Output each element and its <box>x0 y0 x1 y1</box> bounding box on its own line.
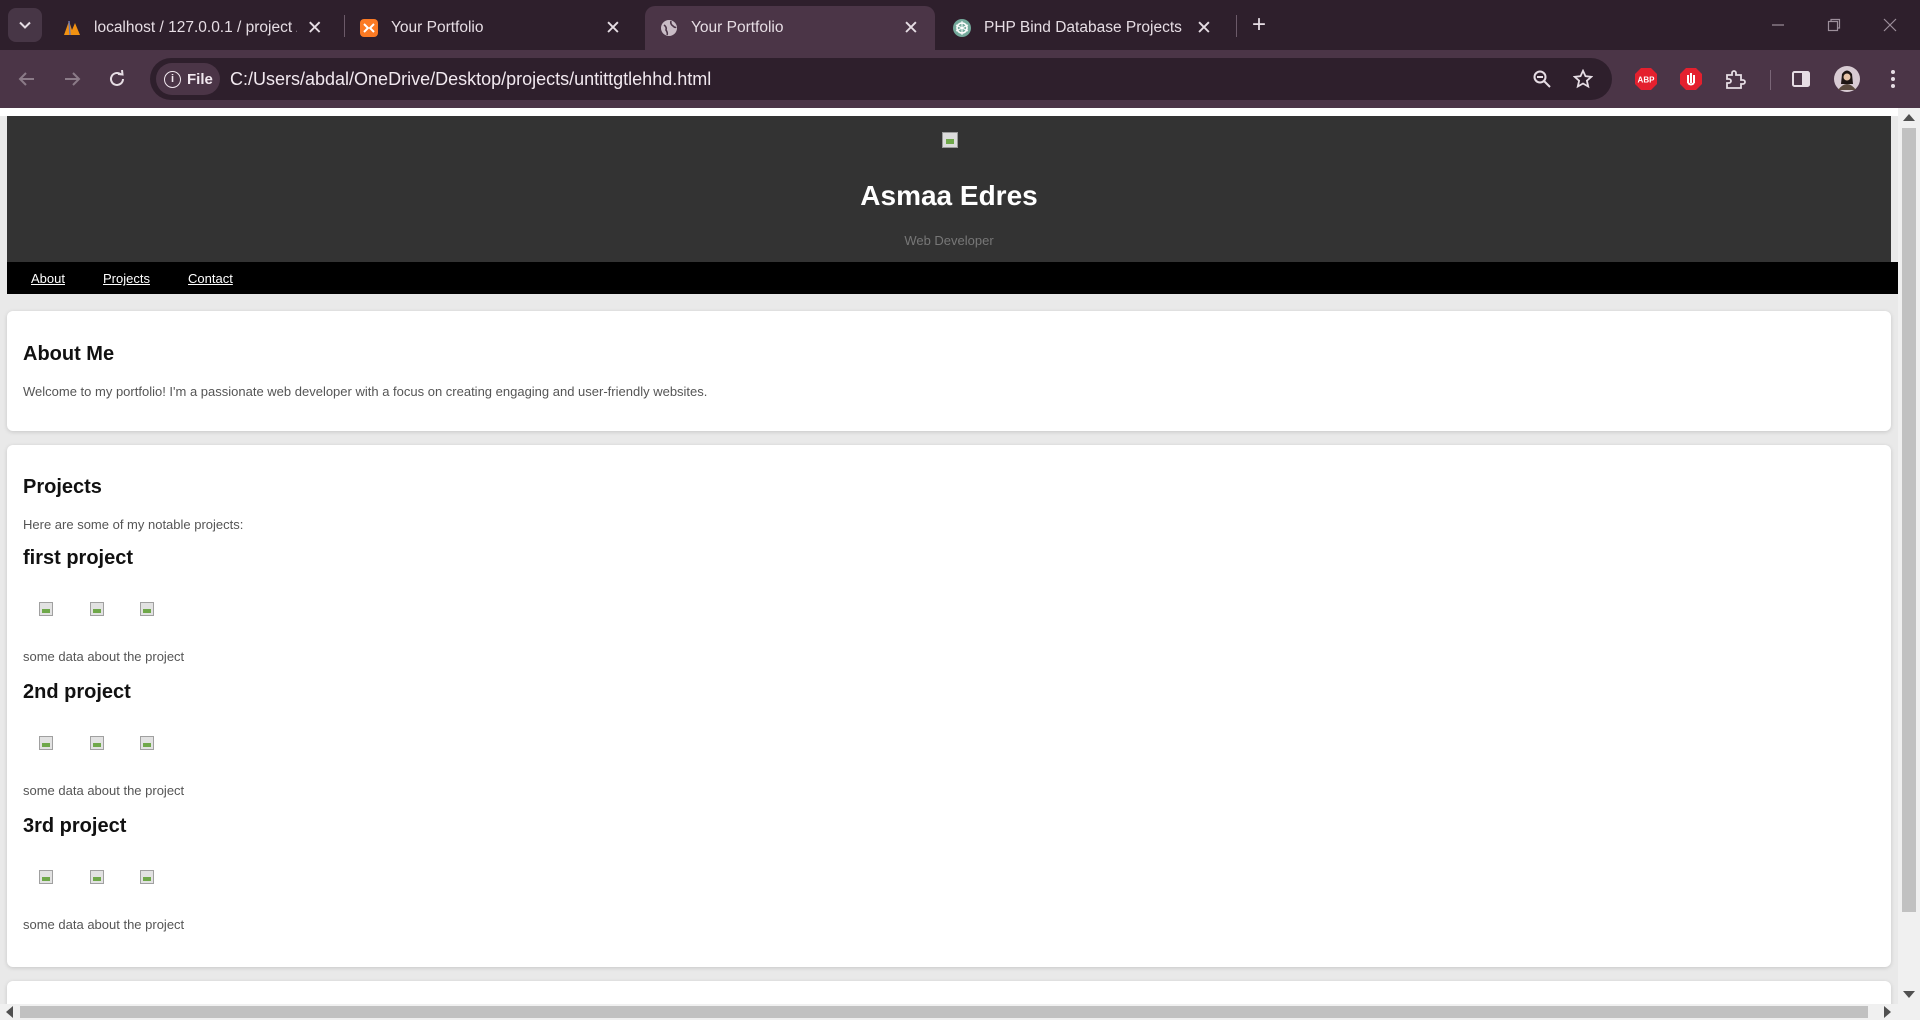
broken-image-icon <box>90 870 104 884</box>
scroll-left-arrow-icon[interactable] <box>6 1006 13 1018</box>
scrollbar-thumb[interactable] <box>20 1006 1868 1018</box>
broken-image-icon <box>90 602 104 616</box>
site-nav: About Projects Contact <box>7 262 1900 294</box>
tab-strip: localhost / 127.0.0.1 / project / p ✕ Yo… <box>0 0 1920 50</box>
browser-toolbar: i File C:/Users/abdal/OneDrive/Desktop/p… <box>0 50 1920 108</box>
restore-icon <box>1827 18 1841 32</box>
close-icon[interactable]: ✕ <box>1194 18 1214 39</box>
tab-portfolio-1[interactable]: Your Portfolio ✕ <box>345 6 637 50</box>
tab-title: localhost / 127.0.0.1 / project / p <box>94 19 298 36</box>
site-header: Asmaa Edres Web Developer <box>7 116 1891 262</box>
chatgpt-icon <box>952 18 972 38</box>
tab-php-bind[interactable]: PHP Bind Database Projects ✕ <box>938 6 1228 50</box>
side-panel-icon[interactable] <box>1786 64 1816 94</box>
star-icon[interactable] <box>1571 67 1595 91</box>
close-icon[interactable]: ✕ <box>603 18 623 39</box>
arrow-left-icon <box>18 72 34 86</box>
vertical-scrollbar[interactable] <box>1898 108 1920 1004</box>
restore-button[interactable] <box>1806 0 1862 50</box>
nav-link-projects[interactable]: Projects <box>103 271 150 286</box>
project-description: some data about the project <box>23 917 185 932</box>
tab-divider <box>1236 15 1237 37</box>
window-close-button[interactable] <box>1862 0 1918 50</box>
forward-button[interactable] <box>55 62 89 96</box>
tab-title: Your Portfolio <box>691 19 784 36</box>
broken-image-icon <box>39 602 53 616</box>
back-button[interactable] <box>10 62 44 96</box>
page-viewport: Asmaa Edres Web Developer About Projects… <box>0 108 1920 1020</box>
project-title: 2nd project <box>23 681 131 703</box>
project-title: 3rd project <box>23 815 127 837</box>
tab-title: Your Portfolio <box>391 19 484 36</box>
minimize-button[interactable] <box>1750 0 1806 50</box>
broken-image-icon <box>140 602 154 616</box>
puzzle-icon[interactable] <box>1720 64 1750 94</box>
broken-image-icon <box>39 736 53 750</box>
site-role: Web Developer <box>904 233 994 248</box>
scroll-up-arrow-icon[interactable] <box>1903 114 1915 121</box>
phpmyadmin-icon <box>62 18 82 38</box>
about-section: About Me Welcome to my portfolio! I'm a … <box>7 311 1891 431</box>
scroll-down-arrow-icon[interactable] <box>1903 991 1915 998</box>
minimize-icon <box>1772 24 1784 26</box>
globe-icon <box>659 18 679 38</box>
about-heading: About Me <box>23 343 115 365</box>
project-description: some data about the project <box>23 649 185 664</box>
address-bar[interactable]: i File C:/Users/abdal/OneDrive/Desktop/p… <box>150 58 1612 100</box>
scrollbar-thumb[interactable] <box>1902 128 1916 912</box>
close-icon[interactable]: ✕ <box>305 18 324 39</box>
horizontal-scrollbar[interactable] <box>0 1004 1920 1020</box>
stop-hand-icon[interactable] <box>1676 64 1706 94</box>
project-title: first project <box>23 547 134 569</box>
broken-image-icon <box>39 870 53 884</box>
zoom-icon[interactable] <box>1530 67 1554 91</box>
site-info-chip[interactable]: i File <box>156 63 220 95</box>
projects-section: Projects Here are some of my notable pro… <box>7 445 1891 967</box>
arrow-right-icon <box>65 72 81 86</box>
tab-portfolio-active[interactable]: Your Portfolio ✕ <box>645 6 935 50</box>
xampp-icon <box>359 18 379 38</box>
tab-search-button[interactable] <box>8 8 42 42</box>
chevron-down-icon <box>19 21 31 29</box>
broken-image-icon <box>140 870 154 884</box>
new-tab-button[interactable]: + <box>1245 11 1273 39</box>
close-icon <box>1883 18 1897 32</box>
adblock-plus-icon[interactable]: ABP <box>1631 64 1661 94</box>
projects-intro: Here are some of my notable projects: <box>23 517 244 532</box>
projects-heading: Projects <box>23 476 102 498</box>
kebab-menu-icon[interactable] <box>1878 64 1908 94</box>
reload-button[interactable] <box>100 62 134 96</box>
tab-title: PHP Bind Database Projects <box>984 19 1182 36</box>
tab-phpmyadmin[interactable]: localhost / 127.0.0.1 / project / p ✕ <box>48 6 338 50</box>
nav-link-about[interactable]: About <box>31 271 65 286</box>
info-icon: i <box>164 70 181 88</box>
adblock-label: ABP <box>1638 76 1656 85</box>
url-text[interactable]: C:/Users/abdal/OneDrive/Desktop/projects… <box>230 69 711 90</box>
close-icon[interactable]: ✕ <box>901 18 921 39</box>
broken-image-icon <box>942 132 958 148</box>
nav-link-contact[interactable]: Contact <box>188 271 233 286</box>
broken-image-icon <box>90 736 104 750</box>
project-description: some data about the project <box>23 783 185 798</box>
site-name: Asmaa Edres <box>860 180 1038 211</box>
profile-avatar[interactable] <box>1832 64 1862 94</box>
toolbar-divider <box>1770 70 1771 90</box>
scroll-right-arrow-icon[interactable] <box>1884 1006 1891 1018</box>
viewport-top-strip <box>0 108 1920 116</box>
broken-image-icon <box>140 736 154 750</box>
reload-icon <box>110 70 124 86</box>
about-text: Welcome to my portfolio! I'm a passionat… <box>23 384 708 399</box>
site-info-label: File <box>187 70 213 88</box>
